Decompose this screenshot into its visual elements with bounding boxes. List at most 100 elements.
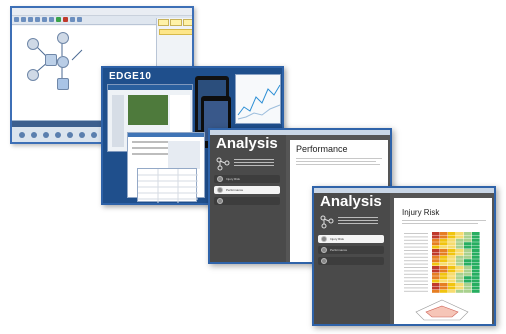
menu-item-label: Injury Risk [226, 177, 241, 181]
heatmap-row-label [404, 270, 428, 272]
cut-icon[interactable] [35, 17, 40, 22]
heatmap-cell [448, 279, 456, 283]
heatmap-cell [472, 235, 480, 239]
heatmap-cell [448, 272, 456, 276]
heatmap-cell [440, 238, 448, 242]
heatmap-row-label [404, 260, 428, 262]
heatmap-cell [464, 252, 472, 256]
menu-item-injury-risk[interactable]: Injury Risk [214, 175, 280, 183]
heatmap-cell [456, 286, 464, 290]
heatmap-cell [448, 262, 456, 266]
text-line [296, 164, 380, 165]
heatmap-cell [456, 249, 464, 252]
heatmap-cell [464, 235, 472, 239]
heatmap-cell [440, 242, 448, 246]
copy-icon[interactable] [42, 17, 47, 22]
heatmap-cell [456, 238, 464, 242]
heatmap-cell [432, 289, 440, 293]
menu-item-performance[interactable]: Performance [214, 186, 280, 194]
heatmap-cell [448, 232, 456, 235]
panel-tabs[interactable] [157, 18, 192, 27]
chart-screenshot [235, 74, 281, 124]
menu-dot-icon [321, 247, 327, 253]
heatmap-cell [472, 255, 480, 259]
heatmap-cell [448, 245, 456, 249]
heatmap-cell [448, 286, 456, 290]
heatmap-cell [448, 255, 456, 259]
heatmap-cell [456, 283, 464, 286]
heatmap-row-label [404, 290, 428, 292]
menu-item-performance[interactable]: Performance [318, 246, 384, 254]
heatmap-cell [440, 249, 448, 252]
heatmap-cell [464, 269, 472, 273]
heatmap-cell [432, 272, 440, 276]
workflow-node[interactable] [57, 56, 69, 68]
heatmap-row-label [404, 253, 428, 255]
help-icon[interactable] [77, 17, 82, 22]
workflow-node[interactable] [27, 38, 39, 50]
heatmap-cell [440, 262, 448, 266]
heatmap-cell [472, 276, 480, 280]
heatmap-cell [432, 235, 440, 239]
workflow-node[interactable] [27, 69, 39, 81]
injury-risk-heatmap [404, 232, 480, 293]
heatmap-cell [456, 262, 464, 266]
paste-icon[interactable] [49, 17, 54, 22]
heatmap-cell [440, 232, 448, 235]
panel-item[interactable] [159, 29, 192, 35]
heatmap-cell [472, 289, 480, 293]
heatmap-cell [448, 235, 456, 239]
pane-title: Injury Risk [402, 208, 440, 217]
heatmap-cell [440, 286, 448, 290]
menu-dot-icon [321, 258, 327, 264]
molecule-icon [320, 215, 334, 229]
heatmap-row-label [404, 273, 428, 275]
heatmap-cell [432, 249, 440, 252]
new-icon[interactable] [14, 17, 19, 22]
table-screenshot [137, 168, 198, 203]
settings-icon[interactable] [70, 17, 75, 22]
heatmap-cell [456, 235, 464, 239]
heatmap-row-label [404, 267, 428, 268]
heatmap-cell [472, 232, 480, 235]
heatmap-cell [432, 259, 440, 263]
heatmap-cell [440, 245, 448, 249]
heatmap-cell [464, 255, 472, 259]
heatmap-cell [464, 272, 472, 276]
heatmap-row-label [404, 280, 428, 282]
menu-dot-icon [321, 236, 327, 242]
heatmap-cell [464, 286, 472, 290]
menu-bar[interactable] [12, 8, 192, 16]
heatmap-cell [472, 269, 480, 273]
open-icon[interactable] [21, 17, 26, 22]
heatmap-cell [464, 262, 472, 266]
heatmap-cell [448, 259, 456, 263]
edge10-logo: EDGE10 [109, 71, 152, 82]
run-icon[interactable] [56, 17, 61, 22]
heatmap-cell [456, 289, 464, 293]
heatmap-cell [472, 245, 480, 249]
text-line [402, 223, 478, 224]
heatmap-cell [464, 283, 472, 286]
workflow-node[interactable] [45, 54, 57, 66]
heatmap-cell [456, 232, 464, 235]
heatmap-row-label [404, 233, 428, 234]
analysis-heading: Analysis [216, 135, 278, 152]
menu-item-other[interactable] [318, 257, 384, 265]
radar-chart [415, 299, 469, 321]
heatmap-row-label [404, 246, 428, 248]
stop-icon[interactable] [63, 17, 68, 22]
heatmap-cell [440, 283, 448, 286]
heatmap-row-label [404, 277, 428, 279]
menu-item-other[interactable] [214, 197, 280, 205]
menu-item-injury-risk[interactable]: Injury Risk [318, 235, 384, 243]
analysis-sidebar: Analysis Injury Risk Performance [314, 193, 390, 324]
heatmap-cell [432, 255, 440, 259]
heatmap-row-label [404, 243, 428, 245]
save-icon[interactable] [28, 17, 33, 22]
workflow-node[interactable] [57, 78, 69, 90]
heatmap-cell [472, 279, 480, 283]
heatmap-cell [464, 238, 472, 242]
workflow-node[interactable] [57, 32, 69, 44]
heatmap-cell [472, 259, 480, 263]
